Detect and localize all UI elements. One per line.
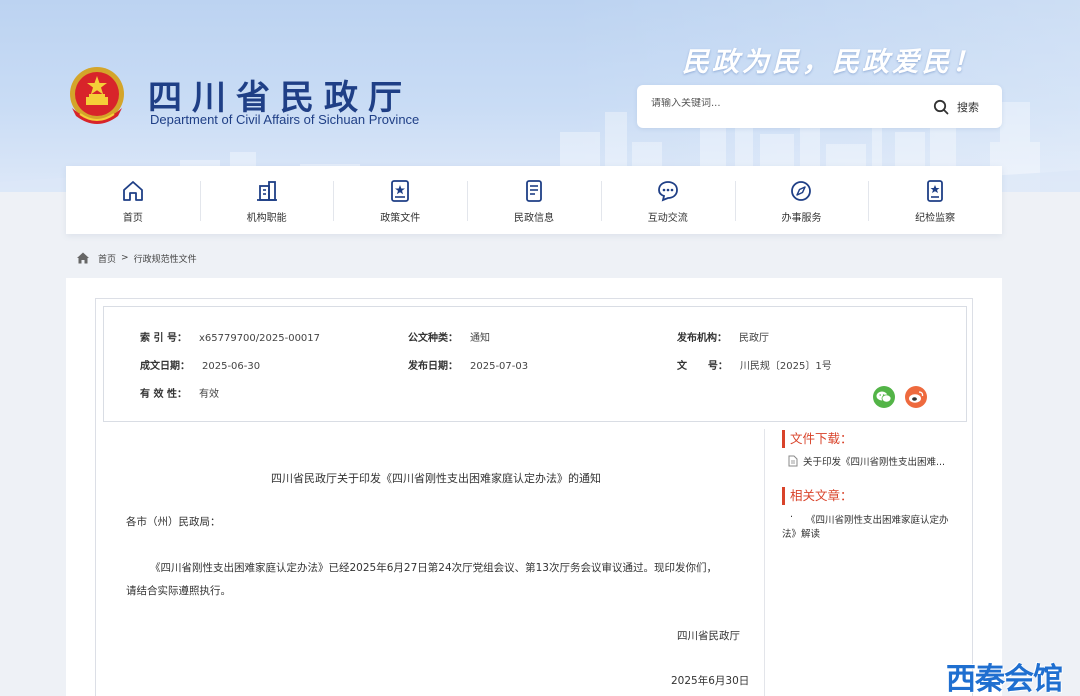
- document-body-line: 请结合实际遵照执行。: [126, 585, 231, 597]
- meta-label: 发布日期：: [408, 361, 458, 372]
- badge-icon: [927, 180, 944, 202]
- nav-item-interaction[interactable]: 互动交流: [600, 166, 735, 234]
- meta-label: 文 号：: [677, 361, 728, 372]
- nav-item-label: 机构职能: [246, 213, 287, 224]
- search-icon: [933, 99, 949, 115]
- national-emblem-icon: [70, 67, 124, 124]
- article-frame: 索 引 号： x65779700/2025-00017 公文种类： 通知 发布机构：…: [95, 298, 973, 696]
- nav-item-policy[interactable]: 政策文件: [333, 166, 467, 234]
- related-article-link-cont[interactable]: 法》解读: [782, 526, 820, 540]
- document-body-line: 《四川省刚性支出困难家庭认定办法》已经2025年6月27日第24次厅党组会议、第…: [150, 562, 717, 574]
- meta-index-no: 索 引 号： x65779700/2025-00017: [140, 329, 320, 344]
- document-signature: 四川省民政厅: [677, 630, 740, 642]
- nav-item-label: 办事服务: [781, 213, 822, 224]
- file-icon: [788, 455, 798, 467]
- downloads-title: 文件下载：: [782, 430, 853, 448]
- wechat-icon: [876, 391, 892, 403]
- meta-created-date: 成文日期： 2025-06-30: [140, 357, 260, 372]
- watermark-logo: 西秦会馆: [946, 662, 1063, 696]
- meta-label: 公文种类：: [408, 333, 458, 344]
- meta-label: 成文日期：: [140, 361, 190, 372]
- policy-book-icon: [391, 180, 410, 202]
- compass-icon: [791, 181, 812, 201]
- document-title: 四川省民政厅关于印发《四川省刚性支出困难家庭认定办法》的通知: [271, 472, 601, 485]
- nav-item-label: 政策文件: [380, 213, 421, 224]
- nav-item-label: 纪检监察: [915, 213, 956, 224]
- document-salutation: 各市（州）民政局：: [126, 516, 221, 528]
- weibo-icon: [909, 391, 924, 403]
- document-metadata: 索 引 号： x65779700/2025-00017 公文种类： 通知 发布机构：…: [103, 306, 967, 422]
- meta-value: 通知: [470, 333, 490, 344]
- document-body: 四川省民政厅关于印发《四川省刚性支出困难家庭认定办法》的通知 各市（州）民政局：…: [96, 429, 764, 696]
- meta-value: 有效: [198, 389, 219, 400]
- meta-published-date: 发布日期： 2025-07-03: [408, 357, 528, 372]
- nav-item-info[interactable]: 民政信息: [467, 166, 601, 234]
- breadcrumb-current-link[interactable]: 行政规范性文件: [134, 252, 197, 265]
- breadcrumb: 首页 > 行政规范性文件: [76, 251, 197, 265]
- slogan: 民政为民，民政爱民！: [682, 47, 982, 78]
- header-banner: 四川省民政厅 Department of Civil Affairs of Si…: [0, 0, 1080, 192]
- home-icon: [122, 181, 143, 201]
- meta-label: 索 引 号：: [140, 333, 187, 344]
- search-input[interactable]: [651, 98, 911, 109]
- nav-item-organization[interactable]: 机构职能: [199, 166, 334, 234]
- document-date: 2025年6月30日: [671, 675, 750, 687]
- breadcrumb-separator: >: [121, 253, 129, 263]
- search-button[interactable]: 搜索: [933, 96, 979, 118]
- related-article-link[interactable]: 《四川省刚性支出困难家庭认定办: [806, 512, 949, 526]
- meta-label: 发布机构：: [677, 333, 727, 344]
- main-content: 索 引 号： x65779700/2025-00017 公文种类： 通知 发布机构：…: [66, 278, 1002, 696]
- meta-label: 有 效 性：: [140, 389, 187, 400]
- nav-item-label: 民政信息: [514, 213, 555, 224]
- search-box: 搜索: [637, 85, 1002, 128]
- meta-value: 2025-07-03: [470, 361, 529, 372]
- main-nav: 首页 机构职能 政策文件 民政信息 互动交流 办事服务 纪检监察: [66, 166, 1002, 234]
- nav-item-label: 首页: [122, 213, 143, 224]
- breadcrumb-home-link[interactable]: 首页: [98, 252, 116, 265]
- share-weibo-button[interactable]: [905, 386, 927, 408]
- share-wechat-button[interactable]: [873, 386, 895, 408]
- meta-doc-type: 公文种类： 通知: [408, 329, 490, 344]
- meta-value: 2025-06-30: [202, 361, 261, 372]
- home-icon: [77, 252, 89, 264]
- site-subtitle: Department of Civil Affairs of Sichuan P…: [150, 112, 420, 127]
- meta-value: 民政厅: [739, 333, 769, 344]
- nav-item-label: 互动交流: [647, 213, 688, 224]
- download-link[interactable]: 关于印发《四川省刚性支出困难...: [788, 454, 945, 468]
- related-article-bullet: ·: [790, 512, 794, 523]
- search-button-label: 搜索: [957, 101, 979, 114]
- meta-validity: 有 效 性： 有效: [140, 385, 219, 400]
- meta-doc-no: 文 号： 川民规〔2025〕1号: [677, 357, 832, 372]
- related-articles-title: 相关文章：: [782, 487, 853, 505]
- nav-item-inspection[interactable]: 纪检监察: [868, 166, 1002, 234]
- meta-value: 川民规〔2025〕1号: [739, 361, 832, 372]
- chat-icon: [657, 181, 678, 202]
- sidebar-divider: [764, 429, 765, 696]
- nav-item-home[interactable]: 首页: [66, 166, 200, 234]
- meta-value: x65779700/2025-00017: [198, 333, 321, 344]
- meta-issuer: 发布机构： 民政厅: [677, 329, 769, 344]
- building-icon: [256, 181, 277, 201]
- document-icon: [526, 180, 542, 202]
- download-link-label: 关于印发《四川省刚性支出困难...: [803, 457, 946, 468]
- nav-item-services[interactable]: 办事服务: [734, 166, 869, 234]
